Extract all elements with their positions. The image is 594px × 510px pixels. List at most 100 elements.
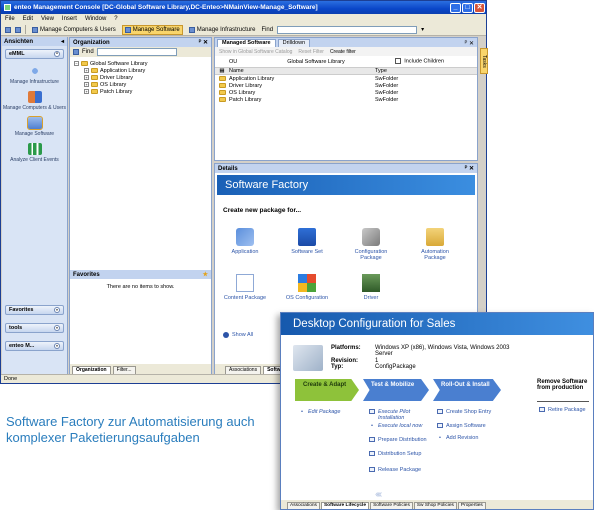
find-dropdown-icon[interactable]: ▾ — [421, 26, 424, 33]
nav-item-label: Manage Infrastructure — [10, 79, 59, 85]
tree-item[interactable]: + Patch Library — [74, 88, 211, 95]
task-label: Create Shop Entry — [446, 409, 492, 415]
managed-software-toolbar: Show in Global Software Catalog Reset Fi… — [215, 47, 477, 56]
menu-edit[interactable]: Edit — [23, 16, 33, 22]
create-content-package[interactable]: Content Package — [223, 274, 267, 301]
manage-computers-button[interactable]: Manage Computers & Users — [30, 25, 118, 35]
star-icon[interactable]: ★ — [203, 271, 208, 278]
pin-icon[interactable]: ◂ — [61, 38, 64, 45]
show-catalog-button[interactable]: Show in Global Software Catalog — [219, 49, 292, 55]
remove-divider — [537, 401, 589, 402]
tab-organization[interactable]: Organization — [72, 366, 111, 374]
create-configuration-package[interactable]: Configuration Package — [349, 228, 393, 261]
task-retire-package[interactable]: Retire Package — [539, 407, 593, 413]
tab-associations[interactable]: Associations — [225, 366, 262, 374]
tree-item-root[interactable]: − Global Software Library — [74, 60, 211, 67]
tab-software-lifecycle[interactable]: Software Lifecycle — [320, 502, 370, 509]
column-type[interactable]: Type — [375, 68, 477, 74]
tree-icon[interactable] — [73, 49, 79, 55]
task-assign-software[interactable]: Assign Software — [437, 423, 503, 429]
menu-help[interactable]: ? — [114, 16, 117, 22]
back-icon[interactable] — [5, 26, 11, 33]
cell-name: Driver Library — [229, 82, 263, 89]
show-all-label: Show All — [232, 332, 254, 338]
task-label: Execute Pilot Installation — [378, 409, 411, 421]
manage-infrastructure-button[interactable]: Manage Infrastructure — [187, 25, 258, 35]
show-all-link[interactable]: Show All — [223, 332, 253, 338]
revision-label: Revision: — [331, 357, 359, 364]
nav-group-favorites[interactable]: Favorites » — [5, 305, 64, 315]
table-row[interactable]: Patch Library SwFolder — [215, 96, 477, 103]
collapse-icon[interactable]: − — [74, 61, 79, 66]
infrastructure-icon — [188, 26, 195, 33]
forward-icon[interactable] — [15, 26, 21, 33]
nav-item-computers-users[interactable]: Manage Computers & Users — [2, 91, 67, 111]
tab-drilldown[interactable]: Drilldown — [277, 39, 311, 47]
close-button[interactable]: ✕ — [474, 2, 485, 13]
tab-filter[interactable]: Filter... — [112, 366, 136, 374]
table-row[interactable]: Application Library SwFolder — [215, 75, 477, 82]
tab-software-policies[interactable]: Software Policies — [370, 502, 413, 509]
expand-icon[interactable]: + — [84, 75, 89, 80]
pin-close-icon[interactable]: ᴾ ✕ — [199, 39, 208, 46]
tree-item[interactable]: + OS Library — [74, 81, 211, 88]
tab-properties[interactable]: Properties — [457, 502, 486, 509]
tree-item[interactable]: + Driver Library — [74, 74, 211, 81]
pin-close-icon[interactable]: ᴾ ✕ — [465, 40, 477, 47]
ou-filter-row: OU Global Software Library Include Child… — [215, 56, 477, 67]
tab-associations[interactable]: Associations — [287, 502, 320, 509]
table-row[interactable]: OS Library SwFolder — [215, 89, 477, 96]
create-automation-package[interactable]: Automation Package — [413, 228, 457, 261]
nav-group-emml[interactable]: eMML ^ — [5, 49, 64, 59]
table-row[interactable]: Driver Library SwFolder — [215, 82, 477, 89]
manage-software-button[interactable]: Manage Software — [121, 24, 183, 35]
organization-find-input[interactable] — [96, 48, 177, 56]
task-label: Assign Software — [446, 423, 486, 429]
tab-managed-software[interactable]: Managed Software — [217, 39, 276, 47]
maximize-button[interactable]: □ — [462, 2, 473, 13]
folder-icon — [218, 97, 226, 102]
nav-item-infrastructure[interactable]: Manage Infrastructure — [2, 65, 67, 85]
create-application[interactable]: Application — [223, 228, 267, 255]
tasks-strip[interactable]: Tasks — [480, 48, 488, 74]
menu-file[interactable]: File — [5, 16, 15, 22]
task-release-package[interactable]: Release Package — [369, 467, 439, 473]
tab-sw-shop-policies[interactable]: Sw Shop Policies — [413, 502, 457, 509]
desktop-configuration-banner: Desktop Configuration for Sales — [281, 313, 593, 335]
expand-icon[interactable]: + — [84, 89, 89, 94]
nav-item-analyze[interactable]: Analyze Client Events — [2, 143, 67, 163]
stage-rollout-install: Roll-Out & Install — [433, 379, 501, 401]
find-input[interactable] — [277, 25, 418, 34]
cell-name: OS Library — [229, 89, 256, 96]
task-distribution-setup[interactable]: Distribution Setup — [369, 451, 429, 457]
menu-view[interactable]: View — [41, 16, 54, 22]
expand-icon[interactable]: + — [84, 68, 89, 73]
pin-close-icon[interactable]: ᴾ ✕ — [465, 165, 474, 172]
reset-filter-button[interactable]: Reset Filter — [298, 49, 324, 55]
task-execute-pilot[interactable]: Execute Pilot Installation — [369, 409, 429, 421]
title-bar: enteo Management Console [DC-Global Soft… — [1, 1, 486, 14]
menu-window[interactable]: Window — [85, 16, 106, 22]
nav-group-enteo[interactable]: enteo M... » — [5, 341, 64, 351]
create-software-set[interactable]: Software Set — [285, 228, 329, 255]
task-prepare-distribution[interactable]: Prepare Distribution — [369, 437, 429, 443]
minimize-button[interactable]: _ — [450, 2, 461, 13]
desktop-configuration-tabs: Associations Software Lifecycle Software… — [281, 500, 593, 509]
menu-insert[interactable]: Insert — [62, 16, 77, 22]
task-edit-package[interactable]: • Edit Package — [299, 409, 340, 415]
views-sidebar: Ansichten ◂ eMML ^ Manage Infrastructure… — [2, 37, 68, 375]
create-os-configuration[interactable]: OS Configuration — [285, 274, 329, 301]
task-execute-local[interactable]: • Execute local now — [369, 423, 429, 429]
task-create-shop-entry[interactable]: Create Shop Entry — [437, 409, 497, 415]
create-filter-button[interactable]: Create filter — [330, 49, 356, 55]
include-children-checkbox[interactable]: Include Children — [394, 58, 444, 65]
task-add-revision[interactable]: • Add Revision — [437, 435, 497, 441]
column-name[interactable]: Name — [229, 68, 375, 74]
expand-icon[interactable]: + — [84, 82, 89, 87]
task-box-icon — [437, 409, 443, 414]
create-driver[interactable]: Driver — [349, 274, 393, 301]
tree-item[interactable]: + Application Library — [74, 67, 211, 74]
platforms-label: Platforms: — [331, 345, 361, 351]
nav-group-tools[interactable]: tools » — [5, 323, 64, 333]
nav-item-software[interactable]: Manage Software — [2, 116, 67, 137]
